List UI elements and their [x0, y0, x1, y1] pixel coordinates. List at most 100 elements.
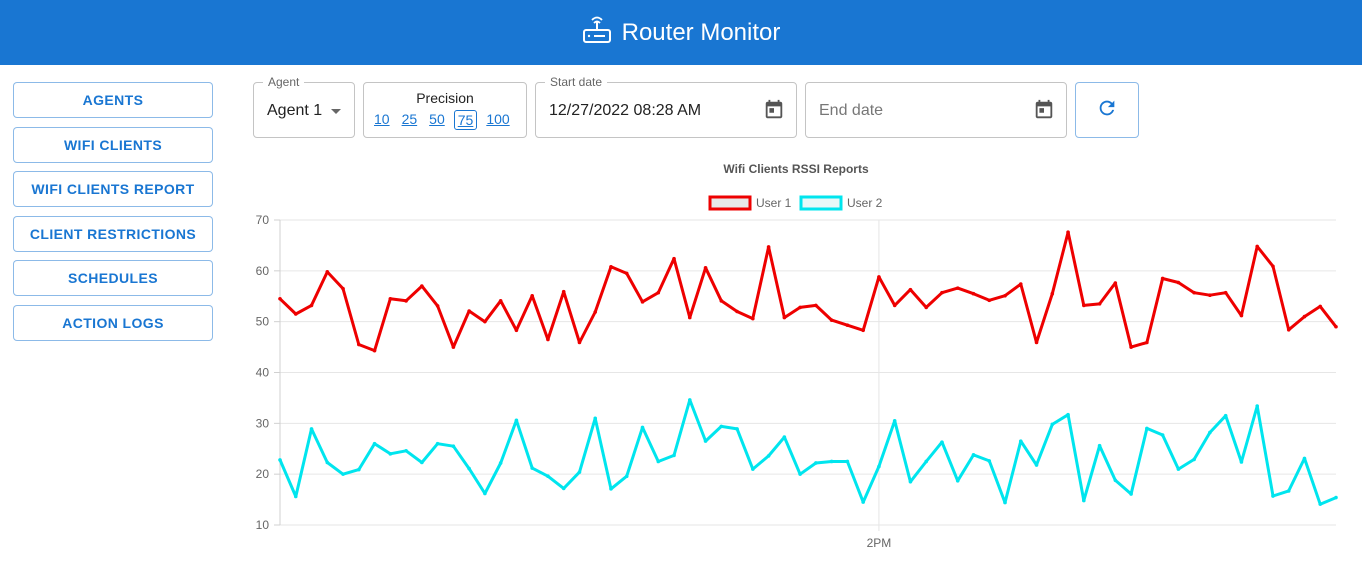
- data-point: [498, 299, 503, 303]
- chart-legend: User 1 User 2: [708, 195, 883, 211]
- data-point: [955, 286, 960, 290]
- router-icon: [582, 15, 612, 50]
- calendar-icon[interactable]: [763, 99, 785, 126]
- data-point: [1223, 290, 1228, 295]
- data-point: [278, 458, 282, 462]
- data-point: [1334, 495, 1338, 500]
- data-point: [1334, 324, 1338, 329]
- data-point: [498, 461, 503, 465]
- y-tick-label: 30: [256, 416, 270, 430]
- data-point: [451, 345, 456, 349]
- data-point: [672, 256, 676, 261]
- nav-schedules-button[interactable]: SCHEDULES: [13, 260, 213, 296]
- y-tick-label: 40: [256, 366, 270, 380]
- data-point: [829, 318, 834, 322]
- data-point: [971, 453, 976, 457]
- refresh-button[interactable]: [1075, 82, 1139, 138]
- data-point: [546, 474, 550, 479]
- calendar-icon[interactable]: [1033, 99, 1055, 126]
- data-point: [861, 328, 865, 333]
- data-point: [1160, 276, 1165, 281]
- data-point: [1271, 264, 1275, 269]
- data-point: [593, 416, 598, 421]
- data-point: [325, 270, 330, 274]
- data-point: [640, 425, 645, 430]
- data-point: [467, 466, 471, 471]
- data-point: [404, 299, 408, 303]
- precision-option-100[interactable]: 100: [483, 110, 512, 130]
- data-point: [514, 328, 519, 333]
- data-point: [1003, 500, 1007, 505]
- x-axis-ticks: 2PM: [867, 536, 892, 550]
- data-point: [735, 427, 739, 431]
- nav-wifi-clients-report-button[interactable]: WIFI CLIENTS REPORT: [13, 171, 213, 207]
- data-point: [751, 316, 755, 321]
- data-point: [514, 418, 519, 423]
- precision-options: 10 25 50 75 100: [371, 110, 513, 130]
- data-point: [908, 479, 913, 484]
- nav-action-logs-button[interactable]: ACTION LOGS: [13, 304, 213, 341]
- data-point: [1192, 457, 1196, 462]
- data-point: [924, 459, 929, 464]
- precision-option-75[interactable]: 75: [453, 110, 478, 130]
- data-point: [798, 472, 802, 476]
- legend-swatch-user-2: [799, 195, 843, 211]
- data-point: [1192, 290, 1196, 295]
- data-point: [530, 293, 534, 298]
- data-point: [357, 342, 361, 347]
- data-point: [420, 284, 424, 288]
- start-date-legend: Start date: [545, 75, 608, 89]
- data-point: [1176, 280, 1181, 285]
- end-date-field[interactable]: End date: [805, 82, 1067, 138]
- precision-option-50[interactable]: 50: [426, 110, 448, 130]
- data-point: [1050, 422, 1055, 427]
- data-point: [467, 309, 471, 313]
- start-date-field[interactable]: Start date 12/27/2022 08:28 AM: [535, 75, 797, 138]
- start-date-value: 12/27/2022 08:28 AM: [549, 102, 702, 119]
- data-point: [1208, 293, 1212, 298]
- data-point: [782, 435, 787, 439]
- chart-grid: [274, 219, 1336, 531]
- nav-agents-button[interactable]: AGENTS: [13, 82, 213, 118]
- data-point: [1129, 345, 1133, 349]
- data-point: [703, 265, 708, 270]
- nav-client-restrictions-button[interactable]: CLIENT RESTRICTIONS: [13, 215, 213, 252]
- precision-option-25[interactable]: 25: [399, 110, 421, 130]
- refresh-icon: [1096, 97, 1118, 124]
- data-point: [1286, 328, 1291, 332]
- legend-label-user-1: User 1: [756, 196, 792, 210]
- data-point: [577, 340, 582, 345]
- y-axis-ticks: 10 20 30 40 50 60 70: [256, 213, 270, 532]
- brand: Router Monitor: [582, 15, 780, 50]
- data-point: [814, 303, 818, 308]
- series-line: [278, 398, 1337, 506]
- data-point: [987, 298, 992, 303]
- data-point: [624, 271, 629, 276]
- data-point: [845, 323, 850, 328]
- data-point: [656, 290, 661, 295]
- data-point: [814, 461, 818, 465]
- data-point: [1318, 502, 1323, 506]
- chart-series: [278, 230, 1338, 506]
- agent-select[interactable]: Agent Agent 1: [253, 75, 355, 138]
- legend-swatch-user-1: [708, 195, 752, 211]
- data-point: [341, 286, 345, 291]
- data-point: [1255, 244, 1259, 249]
- data-point: [892, 303, 897, 308]
- chart-title: Wifi Clients RSSI Reports: [723, 162, 869, 176]
- nav-wifi-clients-button[interactable]: WIFI CLIENTS: [13, 126, 213, 163]
- agent-select-value: Agent 1: [267, 102, 323, 119]
- series-line: [278, 230, 1338, 353]
- precision-option-10[interactable]: 10: [371, 110, 393, 130]
- data-point: [877, 275, 881, 279]
- data-point: [1271, 494, 1275, 498]
- data-point: [1018, 439, 1023, 443]
- data-point: [829, 459, 834, 464]
- data-point: [1034, 463, 1039, 467]
- data-point: [845, 459, 850, 464]
- data-point: [861, 500, 865, 504]
- data-point: [892, 418, 897, 423]
- data-point: [1239, 460, 1244, 464]
- data-point: [1066, 412, 1070, 417]
- data-point: [1082, 303, 1086, 308]
